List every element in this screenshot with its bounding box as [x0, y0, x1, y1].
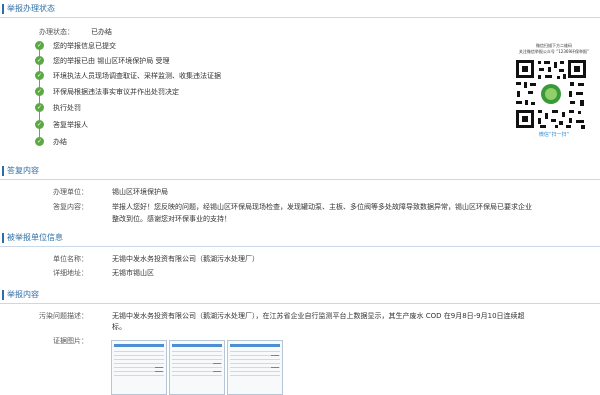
unit-name-label: 单位名称：: [53, 255, 88, 263]
reply-content-label: 答复内容：: [53, 203, 88, 211]
section-title-reply: 答复内容: [0, 164, 600, 178]
evidence-image[interactable]: [111, 340, 167, 395]
timeline-step: 环保局根据违法事实审议并作出处罚决定: [53, 88, 179, 96]
evidence-image[interactable]: [227, 340, 283, 395]
timeline-step: 您的举报已由 锡山区环境保护局 受理: [53, 57, 170, 65]
check-icon: ✓: [35, 87, 44, 96]
check-icon: ✓: [35, 137, 44, 146]
problem-line2: 标。: [112, 323, 126, 331]
timeline-step: 环境执法人员现场调查取证、采样监测、收集违法证据: [53, 72, 221, 80]
section-divider: [0, 246, 600, 247]
status-value: 已办结: [91, 28, 112, 36]
section-title-report-status: 举报办理状态: [0, 2, 600, 16]
status-label: 办理状态：: [39, 28, 74, 36]
section-title-reported-unit: 被举报单位信息: [0, 231, 600, 245]
problem-line1: 无锡中发水务投资有限公司（鹅湖污水处理厂），在江苏省企业自行监测平台上数据显示，…: [112, 312, 525, 320]
qr-code: [514, 58, 588, 130]
qr-scan-label: 微信“扫一扫”: [538, 132, 570, 138]
reply-unit-value: 锡山区环境保护局: [112, 188, 168, 196]
check-icon: ✓: [35, 41, 44, 50]
unit-address-value: 无锡市锡山区: [112, 269, 154, 277]
reply-content-line1: 举报人您好！您反映的问题，经锡山区环保局现场检查，发现罐动泵、主板、多位阀等多处…: [112, 203, 532, 211]
section-divider: [0, 179, 600, 180]
evidence-image[interactable]: [169, 340, 225, 395]
check-icon: ✓: [35, 56, 44, 65]
timeline-step: 执行处罚: [53, 104, 81, 112]
check-icon: ✓: [35, 120, 44, 129]
check-icon: ✓: [35, 71, 44, 80]
check-icon: ✓: [35, 103, 44, 112]
reply-unit-label: 办理单位：: [53, 188, 88, 196]
qr-caption-line2: 关注微信举报公众号 “12369环保举报”: [518, 49, 590, 54]
section-divider: [0, 17, 600, 18]
evidence-label: 证据图片：: [53, 337, 88, 345]
reply-content-line2: 整改到位。感谢您对环保事业的支持！: [112, 215, 231, 223]
timeline-step: 办结: [53, 138, 67, 146]
section-divider: [0, 303, 600, 304]
timeline-step: 您的举报信息已提交: [53, 42, 116, 50]
timeline-step: 答复举报人: [53, 121, 88, 129]
unit-address-label: 详细地址：: [53, 269, 88, 277]
unit-name-value: 无锡中发水务投资有限公司（鹅湖污水处理厂）: [112, 255, 259, 263]
problem-label: 污染问题描述：: [39, 312, 88, 320]
section-title-report-content: 举报内容: [0, 288, 600, 302]
